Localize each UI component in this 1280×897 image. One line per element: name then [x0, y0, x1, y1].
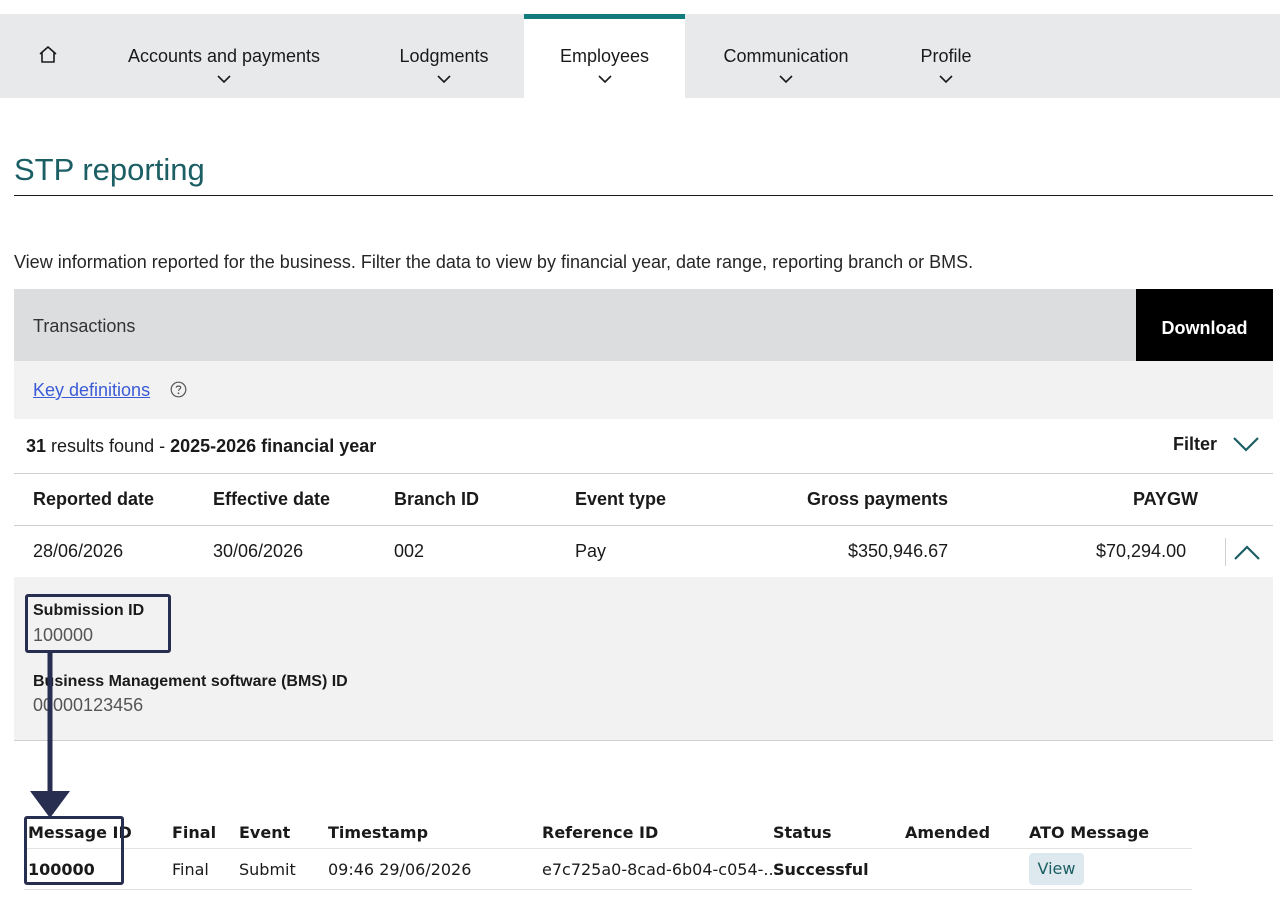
- divider: [14, 473, 1273, 474]
- divider: [14, 525, 1273, 526]
- column-header-amended: Amended: [905, 823, 991, 842]
- nav-label: Employees: [559, 46, 650, 66]
- column-header-effective-date[interactable]: Effective date: [213, 489, 330, 510]
- page-title: STP reporting: [14, 152, 205, 187]
- cell-final: Final: [172, 860, 209, 879]
- cell-paygw: $70,294.00: [1096, 541, 1187, 561]
- chevron-down-icon: [779, 75, 793, 84]
- results-count: 31: [26, 436, 47, 456]
- column-header-reported-date[interactable]: Reported date: [33, 489, 154, 510]
- title-divider: [14, 195, 1273, 196]
- results-text: results found -: [46, 436, 171, 456]
- column-header-status: Status: [773, 823, 832, 842]
- row-detail-panel: Submission ID 100000 Business Management…: [14, 577, 1273, 741]
- bms-id-value: 00000123456: [33, 695, 144, 715]
- results-summary: 31 results found - 2025-2026 financial y…: [26, 436, 376, 457]
- key-definitions-bar: Key definitions: [14, 361, 1273, 419]
- chevron-down-icon: [597, 75, 612, 84]
- column-header-paygw[interactable]: PAYGW: [1133, 489, 1198, 510]
- nav-label: Communication: [723, 46, 849, 66]
- nav-communication[interactable]: Communication: [700, 14, 872, 98]
- cell-reported-date: 28/06/2026: [33, 541, 124, 561]
- column-header-event-type[interactable]: Event type: [575, 489, 666, 510]
- highlight-box-submission-id: [25, 594, 171, 653]
- cell-event-type: Pay: [575, 541, 607, 561]
- cell-reference-id: e7c725a0-8cad-6b04-c054-...: [542, 860, 779, 879]
- home-icon[interactable]: [37, 44, 59, 66]
- download-button[interactable]: Download: [1136, 289, 1273, 361]
- nav-employees[interactable]: Employees: [524, 14, 685, 98]
- cell-timestamp: 09:46 29/06/2026: [328, 860, 472, 879]
- nav-label: Accounts and payments: [127, 46, 321, 66]
- chevron-down-icon[interactable]: [1233, 436, 1259, 452]
- main-nav: Accounts and payments Lodgments Employee…: [0, 14, 1280, 98]
- chevron-down-icon: [437, 75, 451, 84]
- transactions-header: Transactions Download: [14, 289, 1273, 361]
- cell-event: Submit: [239, 860, 296, 879]
- nav-profile[interactable]: Profile: [896, 14, 996, 98]
- cell-status: Successful: [773, 860, 869, 879]
- column-header-timestamp: Timestamp: [328, 823, 429, 842]
- nav-lodgments[interactable]: Lodgments: [376, 14, 512, 98]
- view-message-button[interactable]: View: [1029, 853, 1084, 885]
- column-header-event: Event: [239, 823, 291, 842]
- column-header-gross-payments[interactable]: Gross payments: [807, 489, 948, 510]
- divider: [24, 848, 1192, 849]
- help-icon[interactable]: [170, 381, 187, 398]
- column-header-reference-id: Reference ID: [542, 823, 659, 842]
- key-definitions-link[interactable]: Key definitions: [33, 380, 150, 401]
- nav-accounts-and-payments[interactable]: Accounts and payments: [92, 14, 356, 98]
- chevron-up-icon[interactable]: [1234, 545, 1260, 561]
- nav-label: Profile: [920, 46, 972, 66]
- chevron-down-icon: [217, 75, 231, 84]
- results-period: 2025-2026 financial year: [170, 436, 377, 456]
- filter-button[interactable]: Filter: [1173, 434, 1217, 455]
- chevron-down-icon: [939, 75, 953, 84]
- nav-label: Lodgments: [399, 46, 489, 66]
- column-header-branch-id[interactable]: Branch ID: [394, 489, 479, 510]
- cell-gross-payments: $350,946.67: [848, 541, 949, 561]
- bms-id-label: Business Management software (BMS) ID: [33, 673, 348, 690]
- cell-effective-date: 30/06/2026: [213, 541, 304, 561]
- divider: [1225, 538, 1226, 566]
- column-header-final: Final: [172, 823, 217, 842]
- intro-text: View information reported for the busine…: [14, 252, 974, 272]
- transactions-title: Transactions: [33, 316, 136, 336]
- cell-branch-id: 002: [394, 541, 425, 561]
- divider: [24, 889, 1192, 890]
- column-header-ato-message: ATO Message: [1029, 823, 1150, 842]
- highlight-box-message-id: [24, 816, 124, 885]
